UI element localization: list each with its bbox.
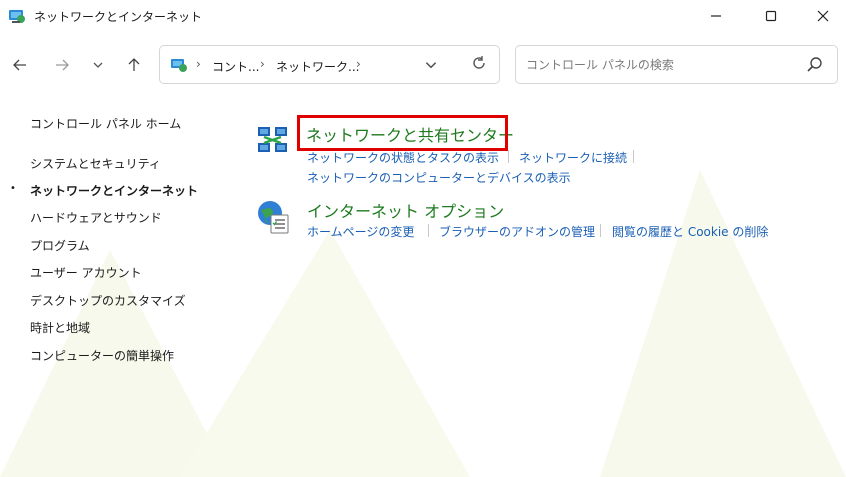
maximize-icon	[765, 10, 777, 22]
highlight-box	[297, 115, 508, 151]
network-globe-icon	[9, 10, 25, 23]
sidebar-item-desktop-customization[interactable]: デスクトップのカスタマイズ	[30, 292, 186, 309]
connect-to-network-link[interactable]: ネットワークに接続	[519, 149, 627, 166]
sidebar-item-ease-of-access[interactable]: コンピューターの簡単操作	[30, 347, 174, 364]
breadcrumb-separator[interactable]: ›	[356, 57, 361, 71]
link-divider	[508, 150, 509, 163]
back-button[interactable]	[6, 51, 34, 79]
search-icon[interactable]	[806, 56, 824, 74]
sidebar-item-programs[interactable]: プログラム	[30, 237, 90, 254]
close-button[interactable]	[800, 0, 846, 32]
sidebar-item-network-internet[interactable]: ネットワークとインターネット	[30, 182, 198, 199]
chevron-down-icon	[93, 62, 103, 68]
change-homepage-link[interactable]: ホームページの変更	[307, 223, 414, 240]
manage-browser-addons-link[interactable]: ブラウザーのアドオンの管理	[439, 223, 595, 240]
refresh-icon[interactable]	[470, 54, 488, 72]
view-network-status-link[interactable]: ネットワークの状態とタスクの表示	[307, 149, 499, 166]
up-button[interactable]	[120, 51, 148, 79]
search-box[interactable]	[515, 45, 838, 84]
window-title: ネットワークとインターネット	[34, 10, 203, 24]
recent-locations-button[interactable]	[84, 51, 112, 79]
network-globe-icon	[171, 59, 187, 72]
maximize-button[interactable]	[748, 0, 794, 32]
link-divider	[633, 150, 634, 163]
arrow-up-icon	[128, 58, 140, 71]
sidebar-item-user-accounts[interactable]: ユーザー アカウント	[30, 264, 142, 281]
sidebar-item-clock-region[interactable]: 時計と地域	[30, 319, 90, 336]
search-input[interactable]	[526, 55, 786, 75]
title-bar: ネットワークとインターネット	[0, 0, 846, 32]
breadcrumb-control-panel[interactable]: コント...	[212, 58, 259, 75]
internet-options-icon[interactable]	[255, 199, 291, 235]
control-panel-home-link[interactable]: コントロール パネル ホーム	[30, 115, 181, 132]
arrow-right-icon	[56, 59, 69, 71]
navigation-bar: › コント... › ネットワーク... ›	[0, 42, 846, 92]
forward-button[interactable]	[48, 51, 76, 79]
address-dropdown-icon[interactable]	[424, 58, 438, 72]
breadcrumb-network[interactable]: ネットワーク...	[276, 58, 359, 75]
breadcrumb-separator: ›	[196, 57, 201, 71]
minimize-button[interactable]	[693, 0, 739, 32]
sidebar-item-hardware-sound[interactable]: ハードウェアとサウンド	[30, 209, 162, 226]
close-icon	[817, 10, 829, 22]
network-sharing-center-icon[interactable]	[255, 123, 291, 159]
internet-options-title[interactable]: インターネット オプション	[307, 198, 504, 222]
breadcrumb-separator: ›	[260, 57, 265, 71]
minimize-icon	[711, 15, 721, 17]
arrow-left-icon	[13, 59, 26, 71]
delete-history-cookies-link[interactable]: 閲覧の履歴と Cookie の削除	[612, 223, 768, 240]
address-bar[interactable]: › コント... › ネットワーク... ›	[159, 45, 500, 84]
link-divider	[428, 224, 429, 237]
sidebar-item-system-security[interactable]: システムとセキュリティ	[30, 155, 161, 172]
current-page-bullet: •	[10, 183, 16, 194]
view-network-devices-link[interactable]: ネットワークのコンピューターとデバイスの表示	[307, 169, 571, 186]
link-divider	[600, 224, 601, 237]
